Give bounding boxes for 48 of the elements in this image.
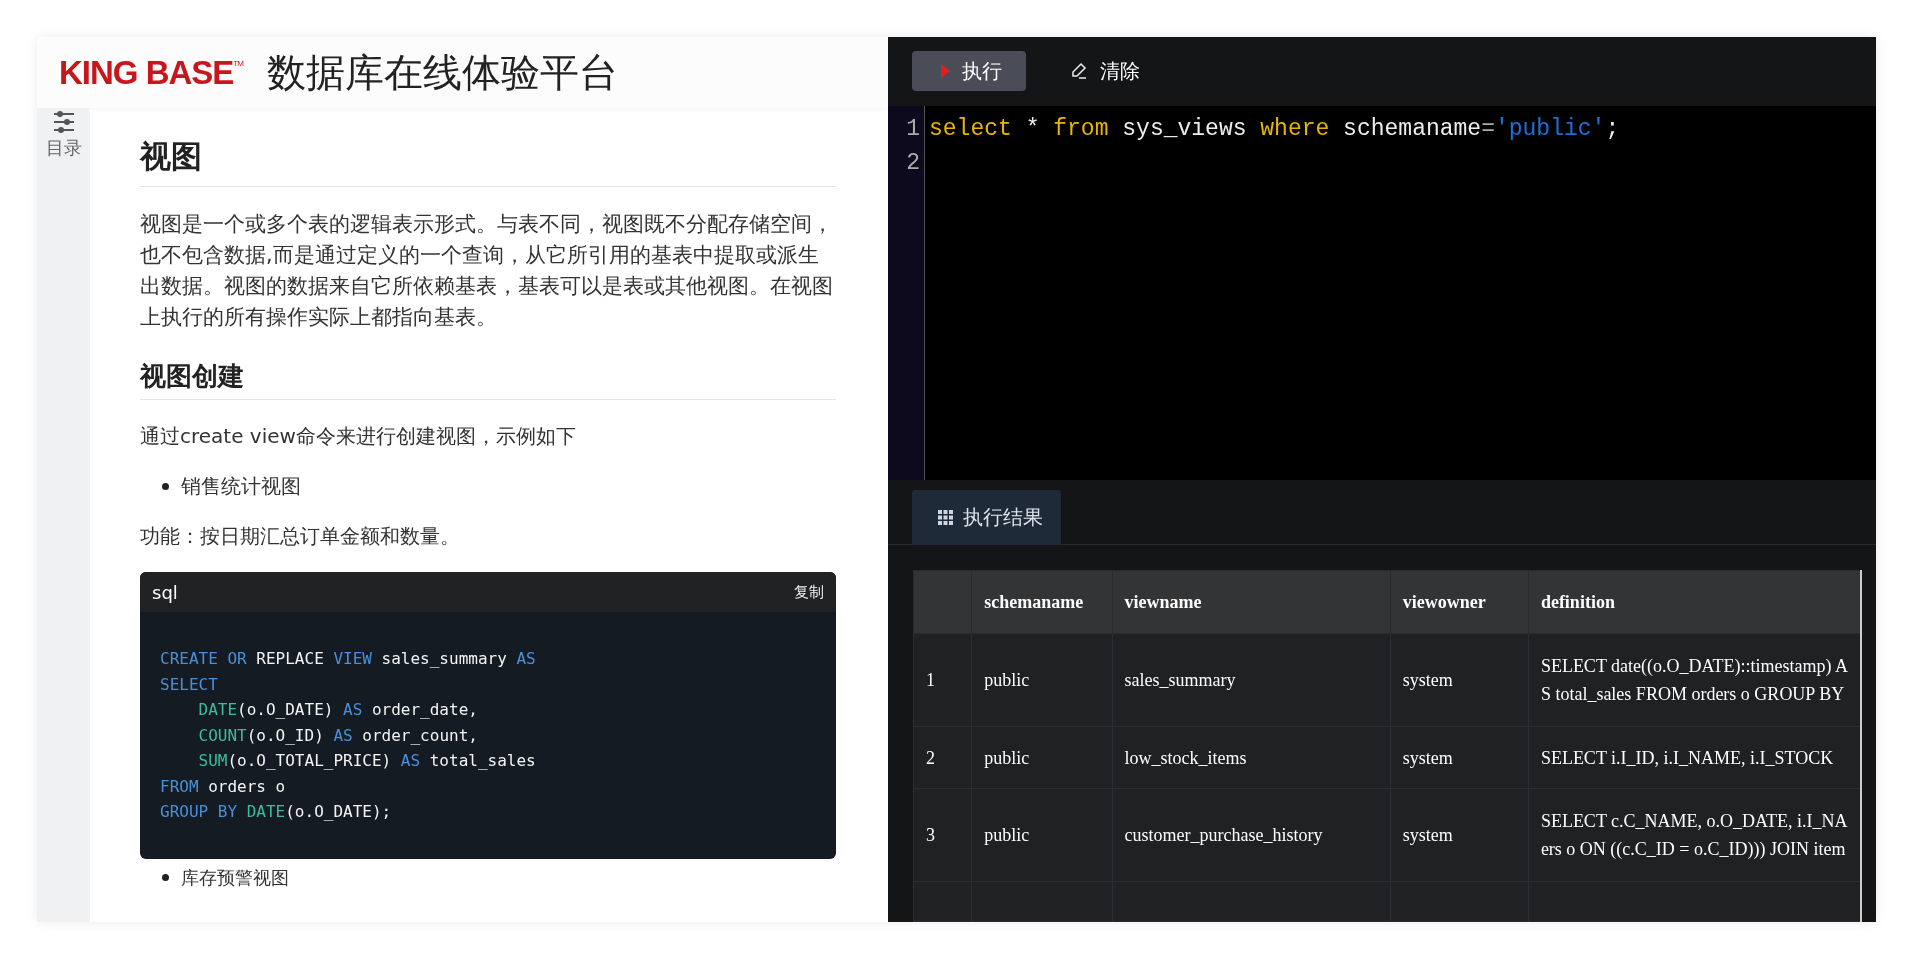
- column-header: definition: [1528, 570, 1861, 634]
- code-line: SELECT: [160, 673, 218, 696]
- sliders-icon: [51, 110, 76, 134]
- subsection-heading: 视图创建: [140, 359, 836, 400]
- code-line: CREATE OR REPLACE VIEW sales_summary AS: [160, 648, 536, 670]
- code-line: DATE(o.O_DATE) AS order_date,: [197, 699, 478, 721]
- code-line: select * from sys_views where schemaname='public';: [929, 115, 1620, 142]
- site-title: 数据库在线体验平台: [266, 48, 618, 97]
- code-line: SUM(o.O_TOTAL_PRICE) AS total_sales: [197, 750, 536, 772]
- table-cell: 2: [913, 726, 972, 789]
- clear-button[interactable]: 清除: [1050, 51, 1160, 92]
- column-header: schemaname: [971, 570, 1112, 634]
- table-cell: sales_summary: [1112, 633, 1391, 727]
- table-cell: customer_purchase_history: [1112, 788, 1391, 882]
- play-icon: [940, 64, 950, 79]
- table-cell: 3: [913, 788, 972, 882]
- copy-button[interactable]: 复制: [794, 582, 824, 602]
- table-cell: public: [971, 633, 1112, 727]
- column-header: viewname: [1112, 570, 1391, 634]
- bullet-icon: [162, 482, 169, 490]
- code-editor[interactable]: 1 2 select * from sys_views where schemaname='public';: [888, 105, 1876, 481]
- table-cell: low_stock_items: [1112, 726, 1391, 789]
- description-text: 功能：按日期汇总订单金额和数量。: [140, 523, 461, 550]
- code-line: COUNT(o.O_ID) AS order_count,: [197, 724, 478, 747]
- grid-icon: [938, 510, 953, 525]
- code-line: GROUP BY DATE(o.O_DATE);: [160, 801, 392, 823]
- intro-text: 通过create view命令来进行创建视图，示例如下: [140, 423, 577, 450]
- logo[interactable]: KING BASE$^{TM}$: [59, 53, 243, 92]
- line-number: 2: [905, 148, 921, 178]
- table-cell: system: [1390, 633, 1529, 727]
- table-cell: public: [971, 788, 1112, 882]
- code-line: FROM orders o: [160, 775, 286, 798]
- paragraph: 视图是一个或多个表的逻辑表示形式。与表不同，视图既不分配存储空间，也不包含数据,而是通过定义的一个查询，从它所引用的基表中提取或派生出数据。视图的数据来自它所依赖基表，基表可以是表或其他视图。在视图上执行的所有操作实际上都指向基表。: [140, 211, 834, 331]
- toc-button[interactable]: 目录: [45, 108, 82, 162]
- column-header: viewowner: [1390, 570, 1529, 634]
- pencil-icon: [1070, 62, 1088, 81]
- bullet-icon: [162, 874, 169, 881]
- language-label: sql: [152, 581, 178, 603]
- table-cell: 1: [913, 633, 972, 727]
- section-heading: 视图: [140, 136, 836, 187]
- table-cell: system: [1390, 788, 1529, 882]
- line-number: 1: [905, 114, 921, 144]
- list-item: 库存预警视图: [181, 866, 289, 889]
- table-cell: system: [1390, 726, 1529, 789]
- list-item: 销售统计视图: [181, 473, 301, 500]
- results-tab[interactable]: 执行结果: [912, 490, 1061, 545]
- run-button[interactable]: 执行: [912, 51, 1026, 92]
- table-cell: public: [971, 726, 1112, 789]
